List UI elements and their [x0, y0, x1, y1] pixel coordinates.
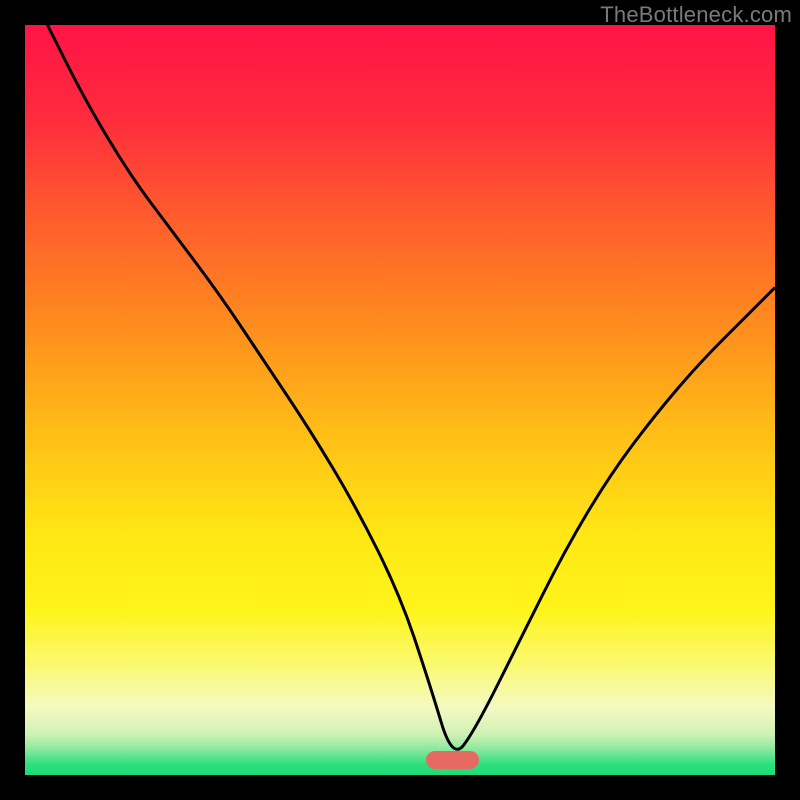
optimal-marker	[426, 751, 479, 770]
chart-frame: TheBottleneck.com	[0, 0, 800, 800]
gradient-background	[25, 25, 775, 775]
chart-svg	[25, 25, 775, 775]
plot-area	[25, 25, 775, 775]
